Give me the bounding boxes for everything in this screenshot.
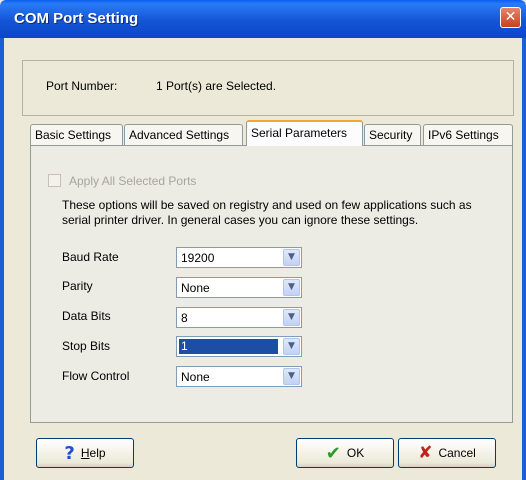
close-icon: ✕ — [504, 9, 517, 25]
window-frame-right — [522, 38, 526, 480]
chevron-down-icon[interactable]: ▼ — [283, 309, 300, 326]
window-title: COM Port Setting — [14, 10, 139, 27]
ok-button[interactable]: ✔ OK — [296, 438, 394, 468]
tab-label: Basic Settings — [35, 128, 112, 142]
com-port-setting-dialog: COM Port Setting ✕ Port Number: 1 Port(s… — [0, 0, 526, 480]
title-bar[interactable]: COM Port Setting ✕ — [0, 0, 526, 38]
parity-select[interactable]: None ▼ — [176, 277, 302, 298]
help-button[interactable]: ? Help — [36, 438, 134, 468]
parity-value: None — [181, 281, 210, 295]
help-label-rest: elp — [89, 446, 106, 460]
apply-all-checkbox[interactable] — [48, 174, 61, 187]
window-frame-left — [0, 38, 4, 480]
help-button-label: Help — [81, 446, 106, 460]
tab-advanced-settings[interactable]: Advanced Settings — [124, 124, 243, 145]
baud-rate-value: 19200 — [181, 251, 215, 265]
chevron-down-icon[interactable]: ▼ — [283, 249, 300, 266]
tab-security[interactable]: Security — [364, 124, 421, 145]
description-text: These options will be saved on registry … — [62, 198, 472, 227]
baud-rate-label: Baud Rate — [62, 250, 119, 264]
data-bits-select[interactable]: 8 ▼ — [176, 307, 302, 328]
question-mark-icon: ? — [64, 442, 75, 464]
data-bits-label: Data Bits — [62, 309, 111, 323]
parity-label: Parity — [62, 279, 93, 293]
tab-serial-parameters[interactable]: Serial Parameters — [246, 120, 363, 146]
stop-bits-select[interactable]: 1 ▼ — [176, 336, 302, 357]
tab-basic-settings[interactable]: Basic Settings — [30, 124, 123, 145]
help-accelerator: H — [80, 446, 90, 460]
cancel-button-label: Cancel — [438, 446, 476, 460]
tab-ipv6-settings[interactable]: IPv6 Settings — [423, 124, 513, 145]
stop-bits-label: Stop Bits — [62, 339, 111, 353]
flow-control-label: Flow Control — [62, 369, 130, 383]
flow-control-select[interactable]: None ▼ — [176, 366, 302, 387]
tab-label: Serial Parameters — [251, 126, 348, 140]
tab-label: Security — [369, 128, 413, 142]
chevron-down-icon[interactable]: ▼ — [283, 279, 300, 296]
port-number-label: Port Number: — [46, 79, 118, 93]
close-button[interactable]: ✕ — [500, 7, 521, 28]
baud-rate-select[interactable]: 19200 ▼ — [176, 247, 302, 268]
tab-label: IPv6 Settings — [428, 128, 499, 142]
tab-label: Advanced Settings — [129, 128, 230, 142]
checkmark-icon: ✔ — [325, 442, 341, 464]
chevron-down-icon[interactable]: ▼ — [283, 368, 300, 385]
apply-all-label: Apply All Selected Ports — [69, 174, 197, 188]
chevron-down-icon[interactable]: ▼ — [283, 338, 300, 355]
flow-control-value: None — [181, 370, 210, 384]
cancel-x-icon: ✘ — [418, 443, 433, 463]
data-bits-value: 8 — [181, 311, 188, 325]
cancel-button[interactable]: ✘ Cancel — [398, 438, 496, 468]
ok-button-label: OK — [346, 446, 365, 460]
port-number-value: 1 Port(s) are Selected. — [156, 79, 277, 93]
stop-bits-value: 1 — [179, 339, 278, 354]
